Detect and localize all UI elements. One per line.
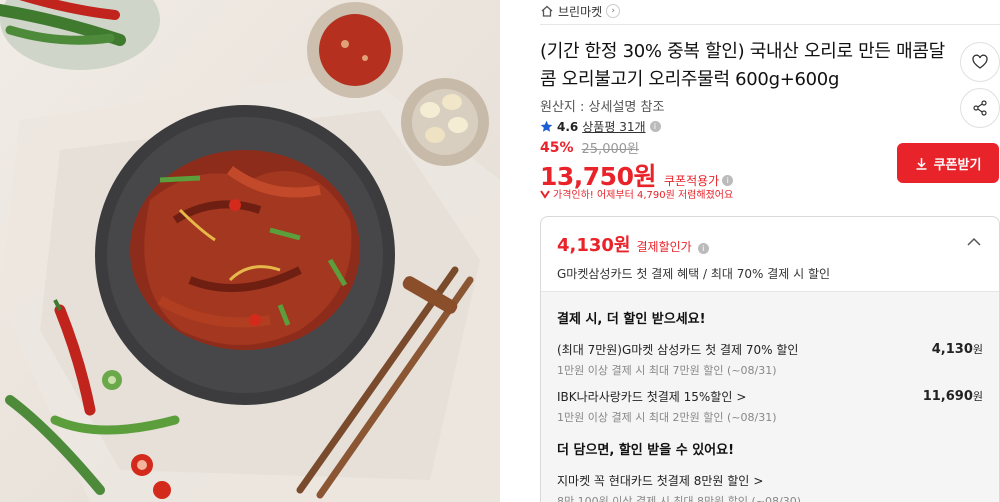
download-icon [916,157,927,170]
offer-price-value: 11,690 [922,389,973,404]
discount-percent: 45% [540,139,574,156]
offer-condition: 8만 100원 이상 결제 시 최대 8만원 할인 (~08/30) [557,495,802,502]
chevron-up-icon[interactable] [967,237,981,247]
store-name: 브린마켓 [558,4,603,19]
card-discount-header[interactable]: 4,130원 결제할인가 i G마켓삼성카드 첫 결제 혜택 / 최대 70% … [541,217,999,291]
info-icon[interactable]: i [722,175,734,186]
card-discount-box: 4,130원 결제할인가 i G마켓삼성카드 첫 결제 혜택 / 최대 70% … [540,216,1000,502]
offer-item[interactable]: (최대 7만원)G마켓 삼성카드 첫 결제 70% 할인 1만원 이상 결제 시… [557,341,983,378]
arrow-down-icon [540,189,550,199]
section-title: 결제 시, 더 할인 받으세요! [557,312,706,327]
price-drop-text: 가격인하! 어제부터 4,790원 저렴해졌어요 [553,190,734,201]
card-benefit: G마켓삼성카드 첫 결제 혜택 / 최대 70% 결제 시 할인 [557,267,831,281]
wishlist-button[interactable] [960,42,1000,82]
offer-condition: 1만원 이상 결제 시 최대 7만원 할인 (~08/31) [557,364,777,377]
share-icon [973,100,987,116]
offer-item[interactable]: IBK나라사랑카드 첫결제 15%할인 > 1만원 이상 결제 시 최대 2만원 … [557,388,983,425]
reviews-link[interactable]: 상품평 31개 [582,118,645,135]
offer-name: (최대 7만원)G마켓 삼성카드 첫 결제 70% 할인 [557,343,799,357]
original-price: 25,000원 [581,142,639,157]
home-icon [540,4,554,18]
star-icon [540,120,553,132]
offer-item[interactable]: 지마켓 꼭 현대카드 첫결제 8만원 할인 > 8만 100원 이상 결제 시 최… [557,472,983,502]
offer-name: 지마켓 꼭 현대카드 첫결제 8만원 할인 [557,474,750,488]
offer-price: 4,130원 [932,341,983,357]
offer-price-value: 4,130 [931,342,973,357]
offer-price-unit: 원 [972,390,983,403]
chevron-right-icon: › [606,4,621,18]
info-icon[interactable]: i [697,243,709,254]
discount-amount: 4,130원 [557,235,631,256]
info-icon[interactable]: i [649,121,661,132]
card-discount-details: 결제 시, 더 할인 받으세요! (최대 7만원)G마켓 삼성카드 첫 결제 7… [541,291,999,502]
store-link[interactable]: 브린마켓 › [540,0,621,22]
coupon-button[interactable]: 쿠폰받기 [897,143,999,183]
discount-row: 45% 25,000원 [540,138,639,158]
chevron-right-icon: > [753,473,764,488]
offer-name: IBK나라사랑카드 첫결제 15%할인 [557,390,733,404]
product-title: (기간 한정 30% 중복 할인) 국내산 오리로 만든 매콤달콤 오리불고기 … [540,41,945,90]
offer-price: 11,690원 [923,388,983,404]
heart-icon [972,54,988,69]
divider [540,24,1000,25]
origin-info: 원산지 : 상세설명 참조 [540,100,665,115]
rating-score: 4.6 [557,119,579,134]
chevron-right-icon: > [736,389,747,404]
product-info-panel: 브린마켓 › (기간 한정 30% 중복 할인) 국내산 오리로 만든 매콤달콤… [530,0,1000,502]
share-button[interactable] [960,88,1000,128]
product-image [0,0,500,502]
coupon-button-label: 쿠폰받기 [933,157,982,173]
offer-price-unit: 원 [972,343,983,356]
section-title: 더 담으면, 할인 받을 수 있어요! [557,443,735,458]
offer-condition: 1만원 이상 결제 시 최대 2만원 할인 (~08/31) [557,411,777,424]
discount-amount-label: 결제할인가 [636,240,692,254]
price-drop-note: 가격인하! 어제부터 4,790원 저렴해졌어요 [540,186,733,201]
rating-row: 4.6 상품평 31개 i [540,118,661,135]
